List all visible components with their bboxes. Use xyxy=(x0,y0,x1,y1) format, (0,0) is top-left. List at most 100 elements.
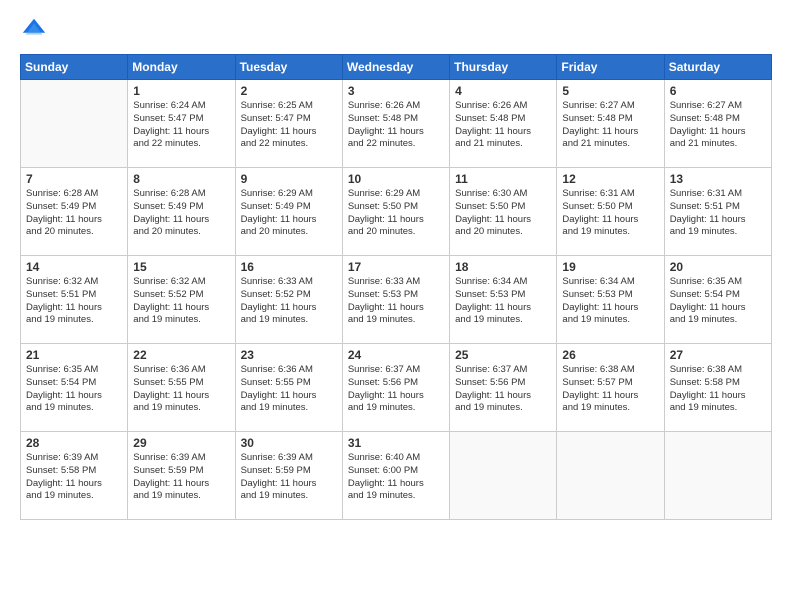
calendar-week-row: 7 Sunrise: 6:28 AMSunset: 5:49 PMDaylight… xyxy=(21,168,772,256)
cell-info: Sunrise: 6:35 AMSunset: 5:54 PMDaylight:… xyxy=(26,364,122,415)
calendar-cell: 28 Sunrise: 6:39 AMSunset: 5:58 PMDayligh… xyxy=(21,432,128,520)
day-number: 8 xyxy=(133,172,229,186)
day-number: 16 xyxy=(241,260,337,274)
calendar-cell: 16 Sunrise: 6:33 AMSunset: 5:52 PMDayligh… xyxy=(235,256,342,344)
cell-info: Sunrise: 6:35 AMSunset: 5:54 PMDaylight:… xyxy=(670,276,766,327)
calendar-cell: 24 Sunrise: 6:37 AMSunset: 5:56 PMDayligh… xyxy=(342,344,449,432)
cell-info: Sunrise: 6:39 AMSunset: 5:59 PMDaylight:… xyxy=(241,452,337,503)
day-number: 28 xyxy=(26,436,122,450)
calendar-cell: 6Sunrise: 6:27 AMSunset: 5:48 PMDaylight… xyxy=(664,80,771,168)
day-number: 10 xyxy=(348,172,444,186)
cell-info: Sunrise: 6:32 AMSunset: 5:52 PMDaylight:… xyxy=(133,276,229,327)
calendar-cell: 11 Sunrise: 6:30 AMSunset: 5:50 PMDayligh… xyxy=(450,168,557,256)
day-number: 1 xyxy=(133,84,229,98)
cell-info: Sunrise: 6:25 AMSunset: 5:47 PMDaylight:… xyxy=(241,100,337,151)
day-number: 15 xyxy=(133,260,229,274)
calendar-cell: 19Sunrise: 6:34 AMSunset: 5:53 PMDayligh… xyxy=(557,256,664,344)
day-number: 27 xyxy=(670,348,766,362)
day-number: 20 xyxy=(670,260,766,274)
day-number: 23 xyxy=(241,348,337,362)
calendar-cell: 13Sunrise: 6:31 AMSunset: 5:51 PMDayligh… xyxy=(664,168,771,256)
weekday-row: SundayMondayTuesdayWednesdayThursdayFrid… xyxy=(21,55,772,80)
calendar-cell: 27Sunrise: 6:38 AMSunset: 5:58 PMDayligh… xyxy=(664,344,771,432)
calendar-cell: 5 Sunrise: 6:27 AMSunset: 5:48 PMDaylight… xyxy=(557,80,664,168)
day-number: 24 xyxy=(348,348,444,362)
calendar-cell: 10 Sunrise: 6:29 AMSunset: 5:50 PMDayligh… xyxy=(342,168,449,256)
cell-info: Sunrise: 6:34 AMSunset: 5:53 PMDaylight:… xyxy=(455,276,551,327)
cell-info: Sunrise: 6:39 AMSunset: 5:58 PMDaylight:… xyxy=(26,452,122,503)
day-number: 22 xyxy=(133,348,229,362)
cell-info: Sunrise: 6:32 AMSunset: 5:51 PMDaylight:… xyxy=(26,276,122,327)
weekday-header: Friday xyxy=(557,55,664,80)
calendar-week-row: 14Sunrise: 6:32 AMSunset: 5:51 PMDayligh… xyxy=(21,256,772,344)
calendar-cell: 9 Sunrise: 6:29 AMSunset: 5:49 PMDaylight… xyxy=(235,168,342,256)
day-number: 21 xyxy=(26,348,122,362)
cell-info: Sunrise: 6:39 AMSunset: 5:59 PMDaylight:… xyxy=(133,452,229,503)
day-number: 12 xyxy=(562,172,658,186)
day-number: 4 xyxy=(455,84,551,98)
weekday-header: Monday xyxy=(128,55,235,80)
cell-info: Sunrise: 6:33 AMSunset: 5:53 PMDaylight:… xyxy=(348,276,444,327)
calendar-week-row: 21 Sunrise: 6:35 AMSunset: 5:54 PMDayligh… xyxy=(21,344,772,432)
calendar-cell: 22 Sunrise: 6:36 AMSunset: 5:55 PMDayligh… xyxy=(128,344,235,432)
weekday-header: Thursday xyxy=(450,55,557,80)
weekday-header: Tuesday xyxy=(235,55,342,80)
calendar-cell: 3Sunrise: 6:26 AMSunset: 5:48 PMDaylight… xyxy=(342,80,449,168)
day-number: 11 xyxy=(455,172,551,186)
calendar-cell: 17 Sunrise: 6:33 AMSunset: 5:53 PMDayligh… xyxy=(342,256,449,344)
calendar-cell: 8 Sunrise: 6:28 AMSunset: 5:49 PMDaylight… xyxy=(128,168,235,256)
calendar-cell xyxy=(450,432,557,520)
logo-icon xyxy=(20,16,48,44)
calendar-cell: 26Sunrise: 6:38 AMSunset: 5:57 PMDayligh… xyxy=(557,344,664,432)
calendar-table: SundayMondayTuesdayWednesdayThursdayFrid… xyxy=(20,54,772,520)
cell-info: Sunrise: 6:24 AMSunset: 5:47 PMDaylight:… xyxy=(133,100,229,151)
calendar-cell: 7Sunrise: 6:28 AMSunset: 5:49 PMDaylight… xyxy=(21,168,128,256)
calendar-cell: 18 Sunrise: 6:34 AMSunset: 5:53 PMDayligh… xyxy=(450,256,557,344)
day-number: 17 xyxy=(348,260,444,274)
day-number: 2 xyxy=(241,84,337,98)
cell-info: Sunrise: 6:33 AMSunset: 5:52 PMDaylight:… xyxy=(241,276,337,327)
day-number: 3 xyxy=(348,84,444,98)
day-number: 5 xyxy=(562,84,658,98)
cell-info: Sunrise: 6:36 AMSunset: 5:55 PMDaylight:… xyxy=(241,364,337,415)
calendar-header: SundayMondayTuesdayWednesdayThursdayFrid… xyxy=(21,55,772,80)
day-number: 25 xyxy=(455,348,551,362)
cell-info: Sunrise: 6:29 AMSunset: 5:49 PMDaylight:… xyxy=(241,188,337,239)
cell-info: Sunrise: 6:27 AMSunset: 5:48 PMDaylight:… xyxy=(670,100,766,151)
cell-info: Sunrise: 6:30 AMSunset: 5:50 PMDaylight:… xyxy=(455,188,551,239)
cell-info: Sunrise: 6:31 AMSunset: 5:50 PMDaylight:… xyxy=(562,188,658,239)
calendar-body: 1 Sunrise: 6:24 AMSunset: 5:47 PMDaylight… xyxy=(21,80,772,520)
calendar-cell: 4 Sunrise: 6:26 AMSunset: 5:48 PMDaylight… xyxy=(450,80,557,168)
calendar-cell: 29 Sunrise: 6:39 AMSunset: 5:59 PMDayligh… xyxy=(128,432,235,520)
weekday-header: Saturday xyxy=(664,55,771,80)
day-number: 19 xyxy=(562,260,658,274)
calendar-cell: 12 Sunrise: 6:31 AMSunset: 5:50 PMDayligh… xyxy=(557,168,664,256)
cell-info: Sunrise: 6:29 AMSunset: 5:50 PMDaylight:… xyxy=(348,188,444,239)
calendar-cell: 23 Sunrise: 6:36 AMSunset: 5:55 PMDayligh… xyxy=(235,344,342,432)
calendar-cell: 31 Sunrise: 6:40 AMSunset: 6:00 PMDayligh… xyxy=(342,432,449,520)
calendar-week-row: 28 Sunrise: 6:39 AMSunset: 5:58 PMDayligh… xyxy=(21,432,772,520)
calendar-cell xyxy=(664,432,771,520)
logo xyxy=(20,16,52,44)
calendar-cell: 14Sunrise: 6:32 AMSunset: 5:51 PMDayligh… xyxy=(21,256,128,344)
day-number: 7 xyxy=(26,172,122,186)
cell-info: Sunrise: 6:26 AMSunset: 5:48 PMDaylight:… xyxy=(455,100,551,151)
cell-info: Sunrise: 6:40 AMSunset: 6:00 PMDaylight:… xyxy=(348,452,444,503)
cell-info: Sunrise: 6:28 AMSunset: 5:49 PMDaylight:… xyxy=(133,188,229,239)
day-number: 9 xyxy=(241,172,337,186)
cell-info: Sunrise: 6:36 AMSunset: 5:55 PMDaylight:… xyxy=(133,364,229,415)
calendar-cell: 15 Sunrise: 6:32 AMSunset: 5:52 PMDayligh… xyxy=(128,256,235,344)
day-number: 13 xyxy=(670,172,766,186)
weekday-header: Wednesday xyxy=(342,55,449,80)
header xyxy=(20,16,772,44)
day-number: 29 xyxy=(133,436,229,450)
cell-info: Sunrise: 6:37 AMSunset: 5:56 PMDaylight:… xyxy=(348,364,444,415)
cell-info: Sunrise: 6:38 AMSunset: 5:57 PMDaylight:… xyxy=(562,364,658,415)
day-number: 18 xyxy=(455,260,551,274)
calendar-cell: 20 Sunrise: 6:35 AMSunset: 5:54 PMDayligh… xyxy=(664,256,771,344)
cell-info: Sunrise: 6:27 AMSunset: 5:48 PMDaylight:… xyxy=(562,100,658,151)
day-number: 30 xyxy=(241,436,337,450)
weekday-header: Sunday xyxy=(21,55,128,80)
calendar-cell xyxy=(21,80,128,168)
day-number: 31 xyxy=(348,436,444,450)
